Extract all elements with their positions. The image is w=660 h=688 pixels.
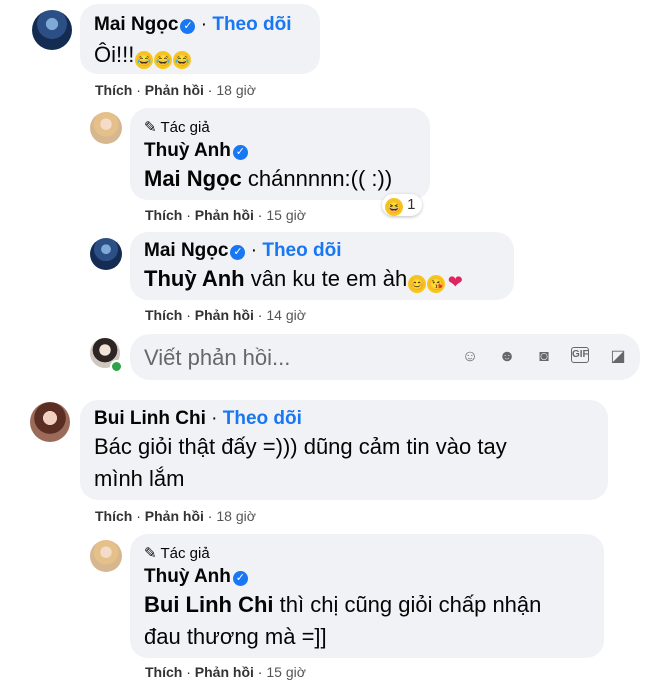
verified-icon: ✓ (232, 145, 248, 160)
author-name[interactable]: Thuỳ Anh (144, 140, 231, 161)
avatar[interactable] (32, 10, 72, 50)
avatar[interactable] (90, 540, 122, 572)
author-name[interactable]: Thuỳ Anh (144, 566, 231, 587)
timestamp[interactable]: 18 giờ (216, 82, 256, 98)
laughing-emoji-icon: 😂 (154, 51, 173, 69)
heart-icon: ❤ (447, 272, 463, 292)
mention-link[interactable]: Mai Ngọc (144, 166, 242, 191)
sticker-icon[interactable]: ◪ (608, 347, 628, 367)
avatar-sticker-icon[interactable]: ☺ (460, 347, 480, 367)
follow-link[interactable]: Theo dõi (223, 408, 302, 429)
reaction-count: 1 (407, 196, 416, 213)
gif-icon[interactable]: GIF (571, 347, 589, 363)
camera-icon[interactable]: ◙ (534, 347, 554, 367)
follow-link[interactable]: Theo dõi (262, 240, 341, 261)
separator-dot: · (195, 14, 213, 35)
avatar[interactable] (90, 238, 122, 270)
author-name[interactable]: Bui Linh Chi (94, 408, 206, 429)
pencil-icon: ✎ (144, 545, 157, 562)
verified-icon: ✓ (230, 245, 246, 260)
timestamp[interactable]: 15 giờ (266, 207, 306, 223)
author-tag: Tác giả (160, 119, 210, 136)
comment-bubble: Mai Ngọc ✓ · Theo dõi Thuỳ Anh vân ku te … (130, 232, 514, 300)
comment-bubble: ✎ Tác giả Thuỳ Anh ✓ Mai Ngọc chánnnnn:((… (130, 108, 430, 200)
verified-icon: ✓ (232, 571, 248, 586)
comment-actions: Thích · Phản hồi · 18 giờ (95, 508, 256, 524)
author-name[interactable]: Mai Ngọc (144, 240, 228, 261)
timestamp[interactable]: 15 giờ (266, 664, 306, 680)
mention-link[interactable]: Thuỳ Anh (144, 266, 245, 291)
comment-actions: Thích · Phản hồi · 18 giờ (95, 82, 256, 98)
comment-text: chánnnnn:(( :)) (241, 166, 393, 191)
avatar[interactable] (30, 402, 70, 442)
comment-actions: Thích · Phản hồi · 14 giờ (145, 307, 306, 323)
comment-text: Ôi!!! (94, 42, 135, 67)
comment-text-line: đau thương mà =]] (144, 624, 327, 649)
timestamp[interactable]: 14 giờ (266, 307, 306, 323)
reply-button[interactable]: Phản hồi (195, 207, 254, 223)
comment-actions: Thích · Phản hồi · 15 giờ (145, 207, 306, 223)
reply-button[interactable]: Phản hồi (195, 664, 254, 680)
reply-button[interactable]: Phản hồi (195, 307, 254, 323)
reply-button[interactable]: Phản hồi (145, 82, 204, 98)
separator-dot: · (245, 240, 263, 261)
comment-bubble: ✎ Tác giả Thuỳ Anh ✓ Bui Linh Chi thì chị… (130, 534, 604, 658)
comment-text-line: Bác giỏi thật đấy =))) dũng cảm tin vào … (94, 434, 507, 459)
smiling-emoji-icon: 😊 (408, 275, 427, 293)
laughing-emoji-icon: 😆 (385, 198, 403, 216)
comment-bubble: Bui Linh Chi · Theo dõi Bác giỏi thật đấ… (80, 400, 608, 500)
comment-text-line: mình lắm (94, 466, 185, 491)
reply-button[interactable]: Phản hồi (145, 508, 204, 524)
laughing-emoji-icon: 😂 (135, 51, 154, 69)
comment-text: thì chị cũng giỏi chấp nhận (273, 592, 542, 617)
avatar[interactable] (90, 112, 122, 144)
mention-link[interactable]: Bui Linh Chi (144, 592, 274, 617)
like-button[interactable]: Thích (145, 207, 182, 223)
author-tag: Tác giả (160, 545, 210, 562)
reply-placeholder: Viết phản hồi... (144, 345, 291, 370)
reply-input[interactable]: Viết phản hồi... ☺ ☻ ◙ GIF ◪ (130, 334, 640, 380)
timestamp[interactable]: 18 giờ (216, 508, 256, 524)
online-status-icon (110, 360, 123, 373)
reaction-badge[interactable]: 😆 1 (382, 194, 422, 216)
emoji-icon[interactable]: ☻ (497, 347, 517, 367)
like-button[interactable]: Thích (145, 664, 182, 680)
author-name[interactable]: Mai Ngọc (94, 14, 178, 35)
separator-dot: · (205, 408, 223, 429)
like-button[interactable]: Thích (95, 82, 132, 98)
like-button[interactable]: Thích (95, 508, 132, 524)
comment-text: vân ku te em àh (244, 266, 408, 291)
comment-actions: Thích · Phản hồi · 15 giờ (145, 664, 306, 680)
kissing-emoji-icon: 😘 (427, 275, 446, 293)
like-button[interactable]: Thích (145, 307, 182, 323)
laughing-emoji-icon: 😂 (173, 51, 192, 69)
verified-icon: ✓ (180, 19, 196, 34)
follow-link[interactable]: Theo dõi (212, 14, 291, 35)
pencil-icon: ✎ (144, 119, 157, 136)
comment-bubble: Mai Ngọc ✓ · Theo dõi Ôi!!! 😂 😂 😂 (80, 4, 320, 74)
